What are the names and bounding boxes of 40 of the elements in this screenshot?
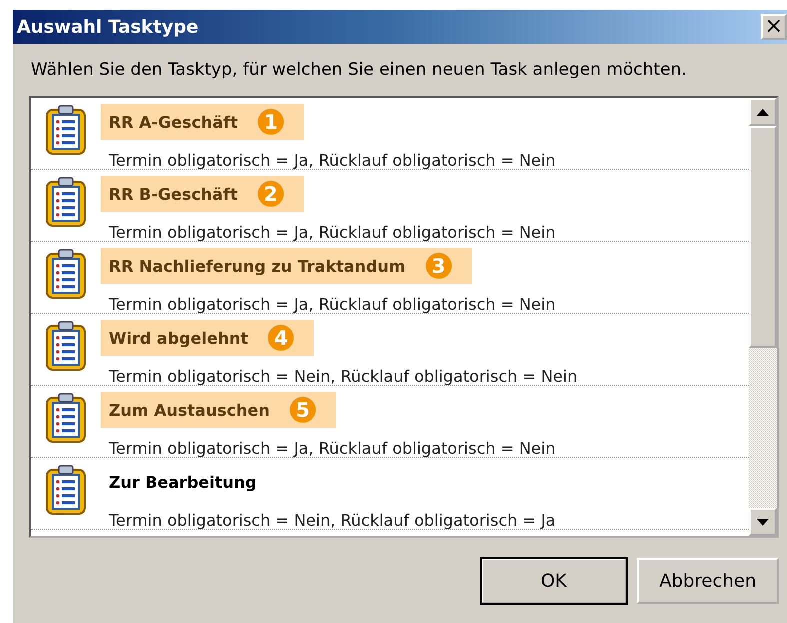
task-type-details: Termin obligatorisch = Ja, Rücklauf obligatorisch = Nein <box>108 439 556 458</box>
task-type-item[interactable]: Wird abgelehnt 4 Termin obligatorisch = Nein, Rücklauf obligatorisch = Nein <box>31 314 749 386</box>
scroll-thumb[interactable] <box>749 126 777 348</box>
number-marker: 1 <box>258 109 284 135</box>
task-type-name: Zum Austauschen <box>109 400 270 420</box>
window-title: Auswahl Tasktype <box>17 16 199 38</box>
task-type-item[interactable]: RR B-Geschäft 2 Termin obligatorisch = Ja, Rücklauf obligatorisch = Nein <box>31 170 749 242</box>
task-type-details: Termin obligatorisch = Ja, Rücklauf obligatorisch = Nein <box>108 151 556 170</box>
clipboard-icon <box>45 464 87 516</box>
cancel-button[interactable]: Abbrechen <box>637 558 779 604</box>
task-type-name: RR B-Geschäft <box>109 184 238 204</box>
instruction-text: Wählen Sie den Tasktyp, für welchen Sie einen neuen Task anlegen möchten. <box>31 60 687 80</box>
ok-button[interactable]: OK <box>481 558 627 604</box>
task-type-item[interactable]: Zur Bearbeitung Termin obligatorisch = Nein, Rücklauf obligatorisch = Ja <box>31 458 749 530</box>
task-type-details: Termin obligatorisch = Ja, Rücklauf obligatorisch = Nein <box>108 295 556 314</box>
down-arrow-icon <box>757 518 769 526</box>
clipboard-icon <box>45 248 87 300</box>
task-type-name: RR A-Geschäft <box>109 112 238 132</box>
task-type-name: Zur Bearbeitung <box>109 472 257 492</box>
clipboard-icon <box>45 392 87 444</box>
task-type-item[interactable]: Zum Austauschen 5 Termin obligatorisch = Ja, Rücklauf obligatorisch = Nein <box>31 386 749 458</box>
task-type-item[interactable]: RR A-Geschäft 1 Termin obligatorisch = Ja, Rücklauf obligatorisch = Nein <box>31 98 749 170</box>
task-type-details: Termin obligatorisch = Nein, Rücklauf obligatorisch = Nein <box>108 367 578 386</box>
task-type-name: RR Nachlieferung zu Traktandum <box>109 256 406 276</box>
clipboard-icon <box>45 176 87 228</box>
scrollbar[interactable] <box>749 98 777 536</box>
close-button[interactable]: × <box>761 14 787 40</box>
number-marker: 4 <box>268 325 294 351</box>
up-arrow-icon <box>757 108 769 116</box>
task-type-item[interactable]: RR Nachlieferung zu Traktandum 3 Termin obligatorisch = Ja, Rücklauf obligatorisch = Nein <box>31 242 749 314</box>
number-marker: 3 <box>426 253 452 279</box>
clipboard-icon <box>45 320 87 372</box>
scroll-down-button[interactable] <box>749 508 777 536</box>
task-type-name: Wird abgelehnt <box>109 328 248 348</box>
scroll-up-button[interactable] <box>749 98 777 126</box>
clipboard-icon <box>45 104 87 156</box>
number-marker: 2 <box>258 181 284 207</box>
number-marker: 5 <box>290 397 316 423</box>
task-type-details: Termin obligatorisch = Nein, Rücklauf obligatorisch = Ja <box>108 511 556 530</box>
task-type-details: Termin obligatorisch = Ja, Rücklauf obligatorisch = Nein <box>108 223 556 242</box>
